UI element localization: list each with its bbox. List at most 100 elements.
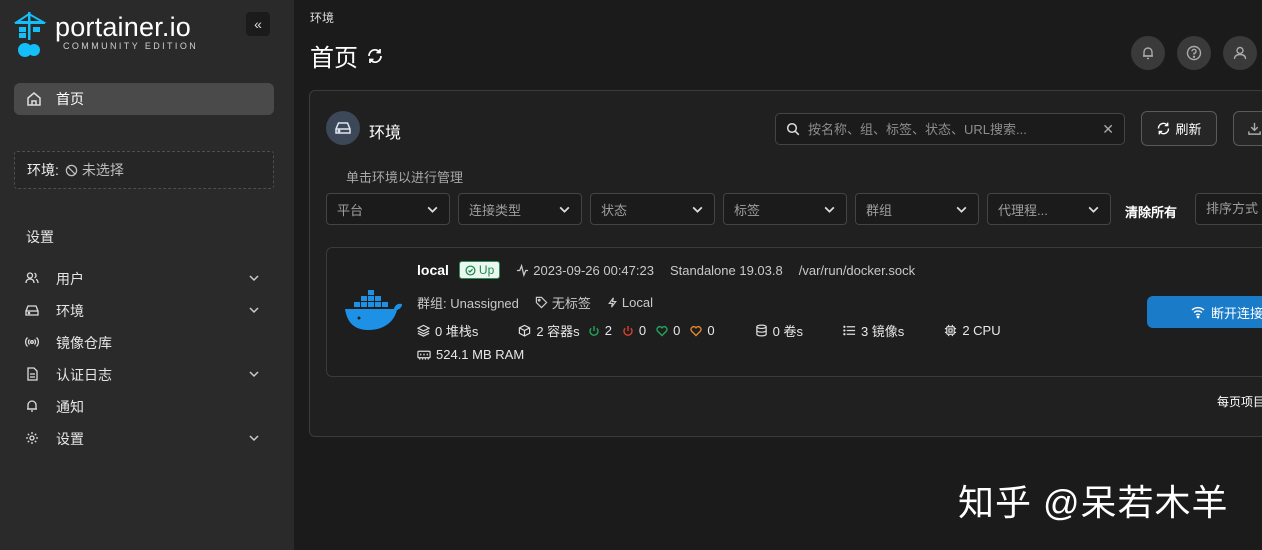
healthy-stat: 0 [656,323,680,338]
sidebar-item-label: 通知 [56,399,84,415]
location-label: Local [621,295,653,310]
volumes-stat: 0 卷s [755,321,803,340]
environment-meta-row: 群组: Unassigned 无标签 Local [417,293,653,312]
chevron-down-icon [691,203,704,216]
chevron-down-icon [558,203,571,216]
tag-icon [535,296,548,309]
sidebar-item-users[interactable]: 用户 [0,262,294,294]
gear-icon [25,431,39,445]
sidebar-item-home[interactable]: 首页 [14,83,274,115]
running-count: 2 [604,323,612,338]
sidebar-item-environments[interactable]: 环境 [0,294,294,326]
heart-broken-icon [690,325,703,336]
watermark-text: 知乎 @呆若木羊 [958,482,1229,523]
sidebar-item-registries[interactable]: 镜像仓库 [0,326,294,358]
ban-icon [65,164,78,176]
heartbeat-time: 2023-09-26 00:47:23 [516,263,654,278]
help-icon [1186,45,1202,61]
user-icon [1233,46,1247,60]
portainer-logo[interactable]: portainer.io COMMUNITY EDITION [13,12,198,58]
sidebar-item-label: 镜像仓库 [56,335,112,351]
ram-stat: 524.1 MB RAM [417,347,524,362]
environment-item[interactable]: local Up 2023-09-26 00:47:23 Standalone … [326,247,1262,377]
sidebar-item-notifications[interactable]: 通知 [0,390,294,422]
filter-platform[interactable]: 平台 [326,193,450,225]
ram-amount: 524.1 MB RAM [436,347,525,362]
refresh-icon[interactable] [358,47,384,65]
sidebar-item-label: 环境 [56,303,84,319]
docker-icon [345,290,402,330]
sidebar-item-label: 认证日志 [56,367,112,383]
page-title-row: 首页 [310,38,384,73]
clear-search-icon[interactable]: ✕ [1102,121,1114,138]
images-stat: 3 镜像s [843,321,904,340]
broadcast-icon [25,335,39,349]
chevron-down-icon[interactable] [248,304,260,316]
sidebar-item-settings[interactable]: 设置 [0,422,294,454]
stopped-stat: 0 [622,323,646,338]
layers-icon [417,324,430,337]
sidebar-item-label: 首页 [56,91,84,107]
chevron-down-icon [823,203,836,216]
running-stat: 2 [588,323,612,338]
filter-agent-version[interactable]: 代理程... [987,193,1111,225]
chevron-down-icon[interactable] [248,368,260,380]
collapse-sidebar-button[interactable]: « [246,12,270,36]
containers-count: 2 容器s [536,324,580,339]
status-label: Up [478,263,495,277]
help-button[interactable] [1177,36,1211,70]
healthy-count: 0 [673,323,681,338]
brand-name: portainer.io [55,12,191,42]
environment-url: /var/run/docker.sock [798,262,916,278]
tags-label: 无标签 [551,296,591,311]
sidebar-item-label: 设置 [56,431,84,447]
drive-icon [326,111,360,145]
list-icon [843,325,856,336]
environment-selector[interactable]: 环境: 未选择 [14,151,274,189]
search-input[interactable] [806,120,1100,138]
stacks-stat: 0 堆栈s [417,321,478,340]
filter-status[interactable]: 状态 [590,193,715,225]
page-title: 首页 [310,45,358,72]
filter-groups[interactable]: 群组 [855,193,979,225]
filter-connection-type[interactable]: 连接类型 [458,193,582,225]
wifi-icon [1191,307,1205,319]
manage-hint: 单击环境以进行管理 [346,170,464,185]
unhealthy-stat: 0 [690,323,715,338]
status-badge: Up [458,261,501,279]
drive-icon [25,303,39,317]
images-count: 3 镜像s [860,324,905,339]
user-menu-button[interactable] [1223,36,1257,70]
filter-label: 平台 [337,202,364,218]
cpu-icon [945,324,957,337]
stacks-count: 0 堆栈s [435,324,479,339]
filter-tags[interactable]: 标签 [723,193,847,225]
timestamp: 2023-09-26 00:47:23 [533,262,654,278]
check-circle-icon [465,264,476,276]
filter-label: 状态 [601,202,628,218]
environment-tags: 无标签 [535,293,591,312]
environments-panel: 环境 ✕ 刷新 单击环境以进行管理 平台 连接类型 状态 标签 群组 代理程..… [309,90,1262,437]
environment-name[interactable]: local [417,262,449,278]
refresh-button-label: 刷新 [1175,122,1202,137]
breadcrumb[interactable]: 环境 [310,9,334,26]
sort-select[interactable]: 排序方式 [1195,193,1262,225]
users-icon [25,271,39,285]
environment-stats-row: 0 堆栈s 2 容器s 2 0 0 0 0 卷s 3 镜像s 2 CPU [417,321,1001,340]
search-box[interactable]: ✕ [775,113,1125,145]
panel-title: 环境 [369,125,402,142]
refresh-button[interactable]: 刷新 [1141,111,1217,146]
sidebar-item-auth-logs[interactable]: 认证日志 [0,358,294,390]
cpu-stat: 2 CPU [944,323,1001,338]
download-button[interactable] [1233,111,1262,146]
chevron-down-icon[interactable] [248,272,260,284]
clear-all-filters-button[interactable]: 清除所有 [1125,202,1177,221]
filter-label: 代理程... [998,202,1048,218]
bell-icon [25,399,39,413]
chevron-down-icon[interactable] [248,432,260,444]
disconnect-button[interactable]: 断开连接 [1147,296,1262,328]
document-icon [25,367,39,381]
environment-header-row: local Up 2023-09-26 00:47:23 Standalone … [417,261,915,279]
notifications-button[interactable] [1131,36,1165,70]
environment-location: Local [607,295,653,310]
